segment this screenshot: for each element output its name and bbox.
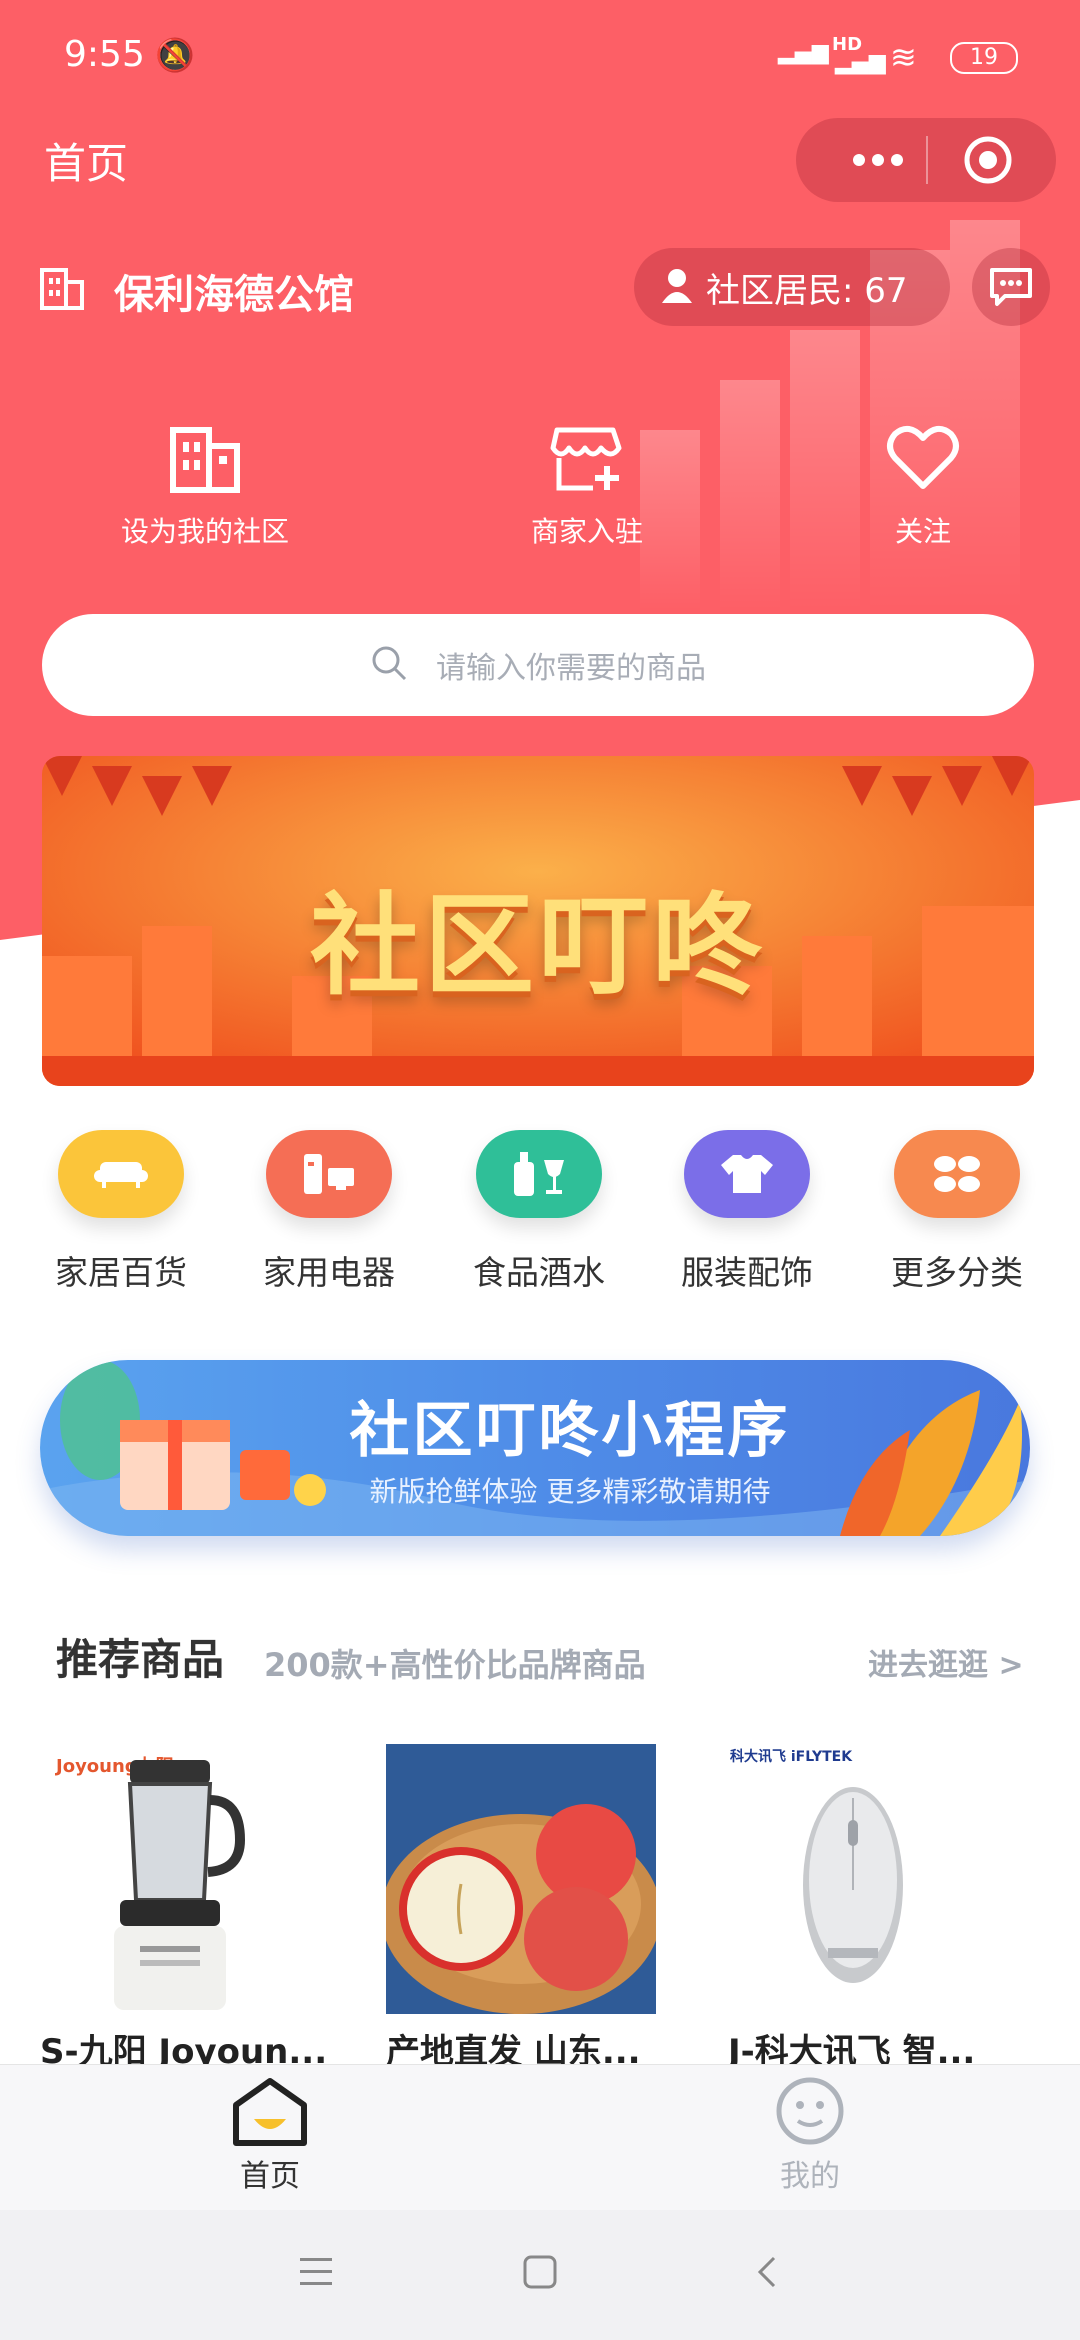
tab-home[interactable]: 首页 xyxy=(190,2075,350,2195)
category-label: 更多分类 xyxy=(891,1253,1023,1292)
smile-icon xyxy=(730,2075,890,2151)
menu-icon[interactable] xyxy=(296,2254,336,2294)
community-name: 保利海德公馆 xyxy=(114,272,354,318)
recommend-subtitle: 200款+高性价比品牌商品 xyxy=(264,1646,646,1684)
heart-icon xyxy=(818,420,1028,500)
home-square-icon[interactable] xyxy=(522,2254,558,2294)
category-label: 食品酒水 xyxy=(473,1253,605,1292)
target-icon[interactable] xyxy=(946,118,1030,202)
product-card[interactable]: 产地直发 山东... xyxy=(386,1744,676,2073)
battery-level: 19 xyxy=(970,45,998,70)
sofa-icon xyxy=(58,1130,184,1218)
main-banner[interactable]: 社区叮咚 xyxy=(42,756,1034,1086)
tab-label: 我的 xyxy=(780,2159,840,2194)
capsule-divider xyxy=(926,136,928,184)
search-icon xyxy=(370,644,408,686)
home-icon xyxy=(190,2075,350,2151)
quick-action-label: 商家入驻 xyxy=(530,515,643,548)
product-image-blender: Joyoung九阳 xyxy=(40,1740,310,2010)
banner-title: 社区叮咚 xyxy=(310,882,766,1010)
category-label: 服装配饰 xyxy=(681,1253,813,1292)
quick-action-merchant[interactable]: 商家入驻 xyxy=(482,420,692,550)
person-icon xyxy=(660,267,694,307)
residents-count: 社区居民: 67 xyxy=(706,270,908,311)
category-food-drinks[interactable]: 食品酒水 xyxy=(434,1130,644,1294)
category-label: 家居百货 xyxy=(55,1253,187,1292)
mute-bell-icon: 🔕 xyxy=(155,36,195,74)
back-icon[interactable] xyxy=(752,2254,782,2294)
mini-program-capsule xyxy=(796,118,1056,202)
shirt-icon xyxy=(684,1130,810,1218)
category-home-goods[interactable]: 家居百货 xyxy=(16,1130,226,1294)
wifi-icon: ≋ xyxy=(890,38,917,76)
search-placeholder: 请输入你需要的商品 xyxy=(436,651,706,686)
promo-subtitle: 新版抢鲜体验 更多精彩敬请期待 xyxy=(369,1475,771,1508)
product-card[interactable]: 科大讯飞 iFLYTEK J-科大讯飞 智... xyxy=(728,1740,1018,2073)
tab-label: 首页 xyxy=(240,2159,300,2194)
category-label: 家用电器 xyxy=(263,1253,395,1292)
brand-logo: 科大讯飞 iFLYTEK xyxy=(730,1749,853,1765)
signal-icon: ▂▄▆ xyxy=(778,40,829,65)
grid-icon xyxy=(894,1130,1020,1218)
bottle-icon xyxy=(476,1130,602,1218)
promo-title: 社区叮咚小程序 xyxy=(349,1396,791,1466)
quick-action-follow[interactable]: 关注 xyxy=(818,420,1028,550)
residents-badge[interactable]: 社区居民: 67 xyxy=(634,248,950,326)
category-appliances[interactable]: 家用电器 xyxy=(224,1130,434,1294)
page-title: 首页 xyxy=(44,139,129,188)
promo-banner[interactable]: 社区叮咚小程序 新版抢鲜体验 更多精彩敬请期待 xyxy=(40,1360,1030,1536)
category-more[interactable]: 更多分类 xyxy=(852,1130,1062,1294)
tab-bar: 首页 我的 xyxy=(0,2064,1080,2211)
quick-action-label: 设为我的社区 xyxy=(120,515,289,548)
system-navigation-bar xyxy=(0,2210,1080,2340)
tab-mine[interactable]: 我的 xyxy=(730,2075,890,2195)
product-image-apples xyxy=(386,1744,656,2014)
recommend-more-link[interactable]: 进去逛逛 > xyxy=(868,1640,1024,1684)
building-icon xyxy=(38,262,88,316)
recommend-title: 推荐商品 xyxy=(56,1635,225,1684)
store-icon xyxy=(482,420,692,500)
status-time: 9:55 xyxy=(64,34,145,75)
appliance-icon xyxy=(266,1130,392,1218)
building-icon xyxy=(100,420,310,500)
signal-bars-icon: ▂▄▆ xyxy=(835,50,886,75)
quick-action-label: 关注 xyxy=(894,515,951,548)
product-card[interactable]: Joyoung九阳 S-九阳 Joyoun... xyxy=(40,1740,330,2073)
category-clothing[interactable]: 服装配饰 xyxy=(642,1130,852,1294)
more-dots-icon[interactable] xyxy=(836,118,920,202)
battery-icon: 19 xyxy=(950,42,1018,74)
search-input[interactable]: 请输入你需要的商品 xyxy=(42,614,1034,716)
message-icon[interactable] xyxy=(972,248,1050,326)
quick-action-set-community[interactable]: 设为我的社区 xyxy=(100,420,310,550)
product-image-mouse: 科大讯飞 iFLYTEK xyxy=(728,1740,998,2010)
